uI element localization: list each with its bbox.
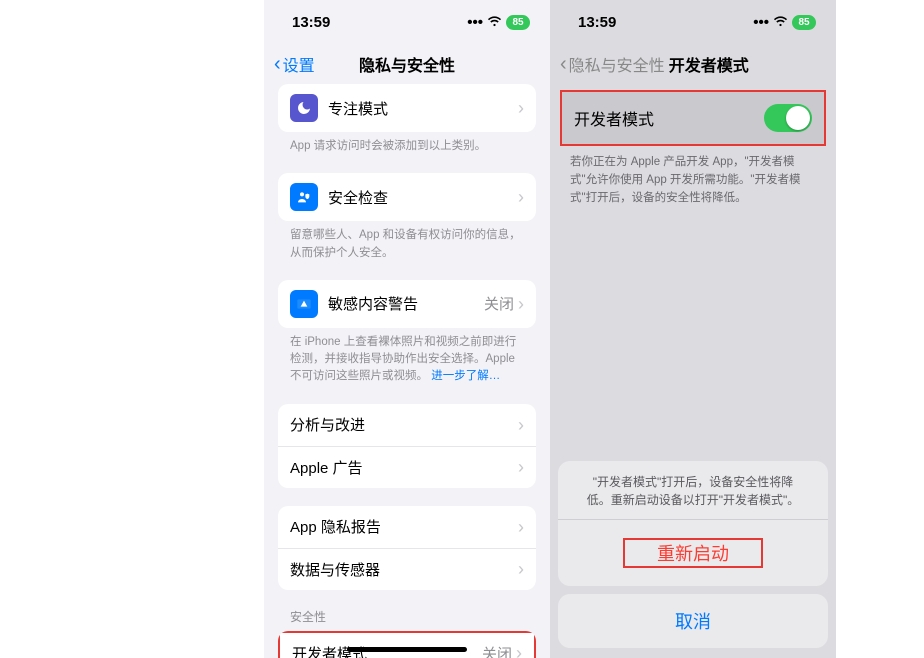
row-label: 专注模式 xyxy=(328,98,518,119)
row-developer-mode-toggle: 开发者模式 xyxy=(562,92,824,144)
signal-dots-icon: ••• xyxy=(753,14,769,31)
row-label: App 隐私报告 xyxy=(290,516,518,537)
row-label: 分析与改进 xyxy=(290,414,518,435)
settings-content[interactable]: 专注模式 › App 请求访问时会被添加到以上类别。 安全检查 › xyxy=(264,84,550,658)
chevron-right-icon: › xyxy=(518,416,524,434)
row-safety-check[interactable]: 安全检查 › xyxy=(278,173,536,221)
nav-bar: ‹ 隐私与安全性 开发者模式 xyxy=(550,44,836,84)
back-button[interactable]: ‹ 隐私与安全性 xyxy=(560,52,665,76)
action-sheet: "开发者模式"打开后，设备安全性将降低。重新启动设备以打开"开发者模式"。 重新… xyxy=(558,461,828,648)
footer-text: App 请求访问时会被添加到以上类别。 xyxy=(278,132,536,155)
chevron-right-icon: › xyxy=(518,99,524,117)
row-analytics[interactable]: 分析与改进 › xyxy=(278,404,536,446)
wifi-icon xyxy=(487,14,502,31)
row-sensors[interactable]: 数据与传感器 › xyxy=(278,548,536,590)
chevron-right-icon: › xyxy=(516,644,522,658)
chevron-left-icon: ‹ xyxy=(274,54,281,74)
page-title: 开发者模式 xyxy=(669,52,749,76)
chevron-right-icon: › xyxy=(518,295,524,313)
developer-mode-toggle[interactable] xyxy=(764,104,812,132)
left-padding xyxy=(88,0,264,658)
row-focus-mode[interactable]: 专注模式 › xyxy=(278,84,536,132)
row-label: 数据与传感器 xyxy=(290,559,518,580)
signal-dots-icon: ••• xyxy=(467,14,483,31)
chevron-right-icon: › xyxy=(518,458,524,476)
nav-bar: ‹ 设置 隐私与安全性 xyxy=(264,44,550,84)
row-label: 敏感内容警告 xyxy=(328,293,484,314)
row-developer-mode[interactable]: 开发者模式 关闭 › xyxy=(278,631,536,658)
row-value: 关闭 xyxy=(482,643,512,658)
chevron-right-icon: › xyxy=(518,560,524,578)
section-header-security: 安全性 xyxy=(278,608,536,631)
home-indicator[interactable] xyxy=(347,647,467,652)
phone-right: 13:59 ••• 85 ‹ 隐私与安全性 开发者模式 开发者模式 若你正在为 … xyxy=(550,0,836,658)
back-label: 隐私与安全性 xyxy=(569,52,665,76)
developer-mode-row-highlight: 开发者模式 xyxy=(560,90,826,146)
chevron-right-icon: › xyxy=(518,518,524,536)
restart-button[interactable]: 重新启动 xyxy=(558,520,828,586)
moon-icon xyxy=(290,94,318,122)
back-button[interactable]: ‹ 设置 xyxy=(274,52,315,76)
back-label: 设置 xyxy=(283,52,315,76)
chevron-left-icon: ‹ xyxy=(560,54,567,74)
wifi-icon xyxy=(773,14,788,31)
row-value: 关闭 xyxy=(484,293,514,314)
row-privacy-report[interactable]: App 隐私报告 › xyxy=(278,506,536,548)
warning-icon xyxy=(290,290,318,318)
status-time: 13:59 xyxy=(292,14,330,31)
footer-text: 若你正在为 Apple 产品开发 App，"开发者模式"允许你使用 App 开发… xyxy=(550,146,836,207)
cancel-button[interactable]: 取消 xyxy=(558,594,828,648)
phone-left: 13:59 ••• 85 ‹ 设置 隐私与安全性 xyxy=(264,0,550,658)
sheet-message: "开发者模式"打开后，设备安全性将降低。重新启动设备以打开"开发者模式"。 xyxy=(558,461,828,520)
footer-text: 在 iPhone 上查看裸体照片和视频之前即进行检测，并接收指导协助作出安全选择… xyxy=(278,328,536,386)
status-bar: 13:59 ••• 85 xyxy=(550,0,836,44)
row-label: 安全检查 xyxy=(328,187,518,208)
restart-label: 重新启动 xyxy=(657,544,729,564)
status-bar: 13:59 ••• 85 xyxy=(264,0,550,44)
row-label: Apple 广告 xyxy=(290,457,518,478)
row-label: 开发者模式 xyxy=(574,106,764,130)
row-sensitive-content[interactable]: 敏感内容警告 关闭 › xyxy=(278,280,536,328)
person-shield-icon xyxy=(290,183,318,211)
learn-more-link[interactable]: 进一步了解… xyxy=(431,370,500,382)
chevron-right-icon: › xyxy=(518,188,524,206)
footer-text: 留意哪些人、App 和设备有权访问你的信息，从而保护个人安全。 xyxy=(278,221,536,262)
battery-icon: 85 xyxy=(792,15,816,30)
status-time: 13:59 xyxy=(578,14,616,31)
row-apple-ads[interactable]: Apple 广告 › xyxy=(278,446,536,488)
battery-icon: 85 xyxy=(506,15,530,30)
